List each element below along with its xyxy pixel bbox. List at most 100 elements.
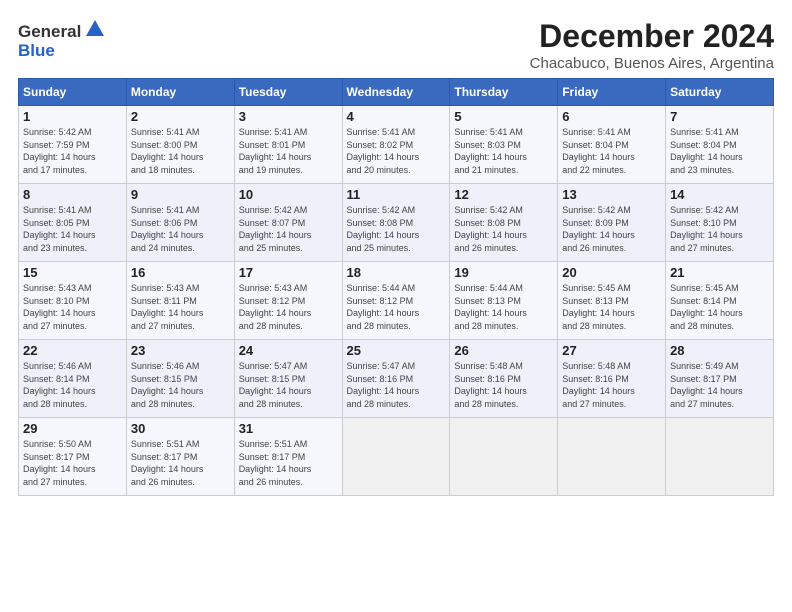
calendar-cell: 6 Sunrise: 5:41 AM Sunset: 8:04 PM Daylig… [558, 106, 666, 184]
calendar-cell: 16Sunrise: 5:43 AM Sunset: 8:11 PM Dayli… [126, 262, 234, 340]
day-info: Sunrise: 5:41 AM Sunset: 8:02 PM Dayligh… [347, 126, 446, 176]
calendar-cell: 18 Sunrise: 5:44 AM Sunset: 8:12 PM Dayli… [342, 262, 450, 340]
calendar-cell [342, 418, 450, 496]
calendar-header: SundayMondayTuesdayWednesdayThursdayFrid… [19, 79, 774, 106]
day-number: 3 [239, 109, 338, 124]
day-info: Sunrise: 5:46 AM Sunset: 8:14 PM Dayligh… [23, 360, 122, 410]
day-info: Sunrise: 5:44 AM Sunset: 8:12 PM Dayligh… [347, 282, 446, 332]
calendar-cell: 11 Sunrise: 5:42 AM Sunset: 8:08 PM Dayli… [342, 184, 450, 262]
day-number: 9 [131, 187, 230, 202]
day-info: Sunrise: 5:45 AM Sunset: 8:13 PM Dayligh… [562, 282, 661, 332]
logo-icon [84, 18, 106, 40]
day-info: Sunrise: 5:41 AM Sunset: 8:03 PM Dayligh… [454, 126, 553, 176]
calendar-cell: 29 Sunrise: 5:50 AM Sunset: 8:17 PM Dayli… [19, 418, 127, 496]
header-day-friday: Friday [558, 79, 666, 106]
day-info: Sunrise: 5:42 AM Sunset: 8:07 PM Dayligh… [239, 204, 338, 254]
header-day-wednesday: Wednesday [342, 79, 450, 106]
calendar-cell: 22Sunrise: 5:46 AM Sunset: 8:14 PM Dayli… [19, 340, 127, 418]
calendar-table: SundayMondayTuesdayWednesdayThursdayFrid… [18, 78, 774, 496]
calendar-week-5: 29 Sunrise: 5:50 AM Sunset: 8:17 PM Dayli… [19, 418, 774, 496]
calendar-body: 1Sunrise: 5:42 AM Sunset: 7:59 PM Daylig… [19, 106, 774, 496]
header-day-saturday: Saturday [666, 79, 774, 106]
calendar-cell: 14 Sunrise: 5:42 AM Sunset: 8:10 PM Dayli… [666, 184, 774, 262]
calendar-cell: 31 Sunrise: 5:51 AM Sunset: 8:17 PM Dayli… [234, 418, 342, 496]
calendar-cell: 24 Sunrise: 5:47 AM Sunset: 8:15 PM Dayli… [234, 340, 342, 418]
day-info: Sunrise: 5:41 AM Sunset: 8:04 PM Dayligh… [670, 126, 769, 176]
day-info: Sunrise: 5:50 AM Sunset: 8:17 PM Dayligh… [23, 438, 122, 488]
header-day-tuesday: Tuesday [234, 79, 342, 106]
day-info: Sunrise: 5:43 AM Sunset: 8:11 PM Dayligh… [131, 282, 230, 332]
day-info: Sunrise: 5:46 AM Sunset: 8:15 PM Dayligh… [131, 360, 230, 410]
day-number: 23 [131, 343, 230, 358]
calendar-cell [450, 418, 558, 496]
calendar-cell: 12 Sunrise: 5:42 AM Sunset: 8:08 PM Dayli… [450, 184, 558, 262]
calendar-cell: 23 Sunrise: 5:46 AM Sunset: 8:15 PM Dayli… [126, 340, 234, 418]
day-number: 8 [23, 187, 122, 202]
day-number: 11 [347, 187, 446, 202]
day-number: 27 [562, 343, 661, 358]
day-number: 19 [454, 265, 553, 280]
day-number: 14 [670, 187, 769, 202]
day-info: Sunrise: 5:47 AM Sunset: 8:16 PM Dayligh… [347, 360, 446, 410]
day-number: 13 [562, 187, 661, 202]
day-number: 30 [131, 421, 230, 436]
day-info: Sunrise: 5:42 AM Sunset: 8:08 PM Dayligh… [347, 204, 446, 254]
day-number: 21 [670, 265, 769, 280]
calendar-cell: 21 Sunrise: 5:45 AM Sunset: 8:14 PM Dayli… [666, 262, 774, 340]
calendar-cell: 8 Sunrise: 5:41 AM Sunset: 8:05 PM Daylig… [19, 184, 127, 262]
day-info: Sunrise: 5:42 AM Sunset: 8:08 PM Dayligh… [454, 204, 553, 254]
calendar-cell: 2Sunrise: 5:41 AM Sunset: 8:00 PM Daylig… [126, 106, 234, 184]
calendar-cell: 7Sunrise: 5:41 AM Sunset: 8:04 PM Daylig… [666, 106, 774, 184]
calendar-cell: 4 Sunrise: 5:41 AM Sunset: 8:02 PM Daylig… [342, 106, 450, 184]
calendar-cell: 19 Sunrise: 5:44 AM Sunset: 8:13 PM Dayli… [450, 262, 558, 340]
logo-blue-text: Blue [18, 41, 55, 61]
day-info: Sunrise: 5:43 AM Sunset: 8:12 PM Dayligh… [239, 282, 338, 332]
calendar-cell: 20 Sunrise: 5:45 AM Sunset: 8:13 PM Dayli… [558, 262, 666, 340]
calendar-cell: 10 Sunrise: 5:42 AM Sunset: 8:07 PM Dayli… [234, 184, 342, 262]
day-number: 29 [23, 421, 122, 436]
day-info: Sunrise: 5:41 AM Sunset: 8:05 PM Dayligh… [23, 204, 122, 254]
day-info: Sunrise: 5:42 AM Sunset: 8:10 PM Dayligh… [670, 204, 769, 254]
main-title: December 2024 [530, 18, 774, 55]
day-number: 25 [347, 343, 446, 358]
calendar-cell: 13 Sunrise: 5:42 AM Sunset: 8:09 PM Dayli… [558, 184, 666, 262]
logo-general-text: General [18, 22, 81, 42]
header: General Blue December 2024 Chacabuco, Bu… [18, 18, 774, 72]
page: General Blue December 2024 Chacabuco, Bu… [0, 0, 792, 612]
day-number: 31 [239, 421, 338, 436]
day-info: Sunrise: 5:47 AM Sunset: 8:15 PM Dayligh… [239, 360, 338, 410]
calendar-week-1: 1Sunrise: 5:42 AM Sunset: 7:59 PM Daylig… [19, 106, 774, 184]
calendar-cell [666, 418, 774, 496]
day-info: Sunrise: 5:51 AM Sunset: 8:17 PM Dayligh… [239, 438, 338, 488]
day-number: 6 [562, 109, 661, 124]
header-day-sunday: Sunday [19, 79, 127, 106]
calendar-cell: 15Sunrise: 5:43 AM Sunset: 8:10 PM Dayli… [19, 262, 127, 340]
subtitle: Chacabuco, Buenos Aires, Argentina [530, 55, 774, 72]
day-info: Sunrise: 5:45 AM Sunset: 8:14 PM Dayligh… [670, 282, 769, 332]
day-number: 18 [347, 265, 446, 280]
day-number: 4 [347, 109, 446, 124]
calendar-cell: 3Sunrise: 5:41 AM Sunset: 8:01 PM Daylig… [234, 106, 342, 184]
calendar-cell: 30Sunrise: 5:51 AM Sunset: 8:17 PM Dayli… [126, 418, 234, 496]
title-block: December 2024 Chacabuco, Buenos Aires, A… [530, 18, 774, 72]
day-number: 10 [239, 187, 338, 202]
calendar-cell: 25 Sunrise: 5:47 AM Sunset: 8:16 PM Dayli… [342, 340, 450, 418]
day-info: Sunrise: 5:41 AM Sunset: 8:06 PM Dayligh… [131, 204, 230, 254]
day-info: Sunrise: 5:44 AM Sunset: 8:13 PM Dayligh… [454, 282, 553, 332]
calendar-week-2: 8 Sunrise: 5:41 AM Sunset: 8:05 PM Daylig… [19, 184, 774, 262]
header-day-monday: Monday [126, 79, 234, 106]
day-info: Sunrise: 5:41 AM Sunset: 8:04 PM Dayligh… [562, 126, 661, 176]
day-number: 12 [454, 187, 553, 202]
day-number: 26 [454, 343, 553, 358]
calendar-cell: 17 Sunrise: 5:43 AM Sunset: 8:12 PM Dayli… [234, 262, 342, 340]
day-number: 24 [239, 343, 338, 358]
calendar-cell: 5 Sunrise: 5:41 AM Sunset: 8:03 PM Daylig… [450, 106, 558, 184]
day-info: Sunrise: 5:43 AM Sunset: 8:10 PM Dayligh… [23, 282, 122, 332]
day-info: Sunrise: 5:42 AM Sunset: 8:09 PM Dayligh… [562, 204, 661, 254]
day-number: 17 [239, 265, 338, 280]
calendar-week-4: 22Sunrise: 5:46 AM Sunset: 8:14 PM Dayli… [19, 340, 774, 418]
day-number: 20 [562, 265, 661, 280]
calendar-cell: 1Sunrise: 5:42 AM Sunset: 7:59 PM Daylig… [19, 106, 127, 184]
day-number: 28 [670, 343, 769, 358]
day-number: 5 [454, 109, 553, 124]
